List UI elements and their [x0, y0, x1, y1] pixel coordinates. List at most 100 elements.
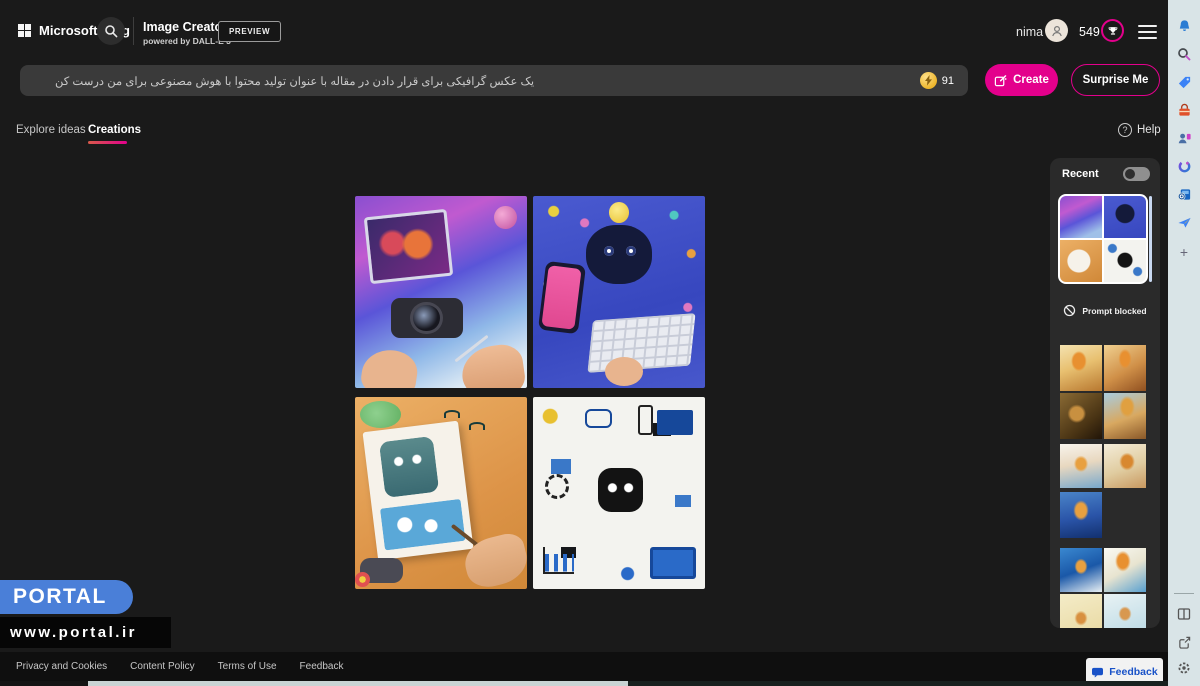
search-icon [104, 24, 118, 38]
phone-screen-shape [541, 266, 581, 330]
recent-thumbnail[interactable] [1104, 196, 1146, 238]
user-avatar[interactable] [1045, 19, 1068, 42]
footer-link-privacy[interactable]: Privacy and Cookies [16, 661, 107, 672]
open-link-icon[interactable] [1176, 634, 1192, 650]
recent-scrollbar[interactable] [1149, 196, 1152, 282]
sidebar-divider [1174, 593, 1194, 594]
typing-hand-shape [605, 357, 643, 386]
header-search-button[interactable] [97, 17, 125, 45]
help-question-icon: ? [1118, 123, 1132, 137]
drawing-paper-shape [363, 420, 474, 559]
doodle-envelope-shape [657, 410, 693, 435]
boost-coin-icon [920, 72, 937, 89]
help-label: Help [1137, 124, 1161, 136]
bottom-edge-strip [88, 681, 628, 686]
recent-thumbnail-group[interactable] [1060, 345, 1146, 439]
copilot-swirl-icon[interactable] [1176, 158, 1192, 174]
create-button[interactable]: Create [985, 64, 1058, 96]
footer-link-content-policy[interactable]: Content Policy [130, 661, 194, 672]
footer-link-terms[interactable]: Terms of Use [218, 661, 277, 672]
generated-image-1[interactable] [355, 196, 527, 388]
generated-image-2[interactable] [533, 196, 705, 388]
prompt-text: یک عکس گرافیکی برای قرار دادن در مقاله ب… [55, 74, 534, 88]
bottom-edge-strip [628, 681, 1168, 686]
recent-thumbnail[interactable] [1060, 594, 1102, 628]
footer-bar: Privacy and Cookies Content Policy Terms… [0, 652, 1168, 681]
recent-thumbnail[interactable] [1104, 240, 1146, 282]
tab-explore-ideas[interactable]: Explore ideas [16, 124, 86, 136]
portal-watermark-banner: PORTAL [0, 580, 133, 614]
recent-thumbnail[interactable] [1060, 393, 1102, 439]
recent-thumbnail-group[interactable] [1060, 548, 1146, 628]
prompt-blocked-label: Prompt blocked [1082, 306, 1146, 316]
recent-thumbnail[interactable] [1104, 345, 1146, 391]
sidebar-search-icon[interactable] [1176, 46, 1192, 62]
add-plus-icon[interactable]: + [1176, 244, 1192, 260]
recent-thumbnail[interactable] [1060, 492, 1102, 538]
create-pencil-icon [994, 74, 1007, 87]
recent-thumbnail[interactable] [1060, 345, 1102, 391]
portal-watermark-url: www.portal.ir [0, 617, 171, 648]
doodle-robot-head-shape [598, 468, 643, 512]
green-cloud-shape [360, 401, 401, 428]
robot-eye-shape [604, 246, 614, 256]
help-link[interactable]: ? Help [1118, 123, 1161, 137]
active-tab-underline [88, 141, 127, 144]
tab-creations[interactable]: Creations [88, 124, 141, 136]
recent-thumbnail[interactable] [1104, 594, 1146, 628]
outlook-icon[interactable] [1176, 186, 1192, 202]
doodle-chart-shape [543, 547, 574, 574]
toggle-knob [1125, 169, 1135, 179]
recent-thumbnail[interactable] [1060, 444, 1102, 488]
drop-plane-icon[interactable] [1176, 214, 1192, 230]
sketched-robot-shape [380, 435, 440, 498]
microsoft-logo-icon [18, 24, 31, 37]
creations-grid [355, 196, 705, 589]
username-label[interactable]: nima [1016, 25, 1043, 39]
recent-thumbnail[interactable] [1060, 240, 1102, 282]
blocked-icon [1063, 304, 1076, 317]
recent-thumbnail[interactable] [1104, 548, 1146, 592]
recent-thumbnail[interactable] [1060, 196, 1102, 238]
recent-thumbnail-group[interactable] [1060, 444, 1146, 488]
settings-gear-icon[interactable] [1176, 660, 1192, 676]
trophy-icon [1107, 25, 1119, 37]
prompt-blocked-item[interactable]: Prompt blocked [1050, 304, 1160, 317]
doodle-gear-shape [545, 474, 569, 499]
rewards-points[interactable]: 549 [1079, 25, 1100, 39]
edge-sidebar: + [1168, 0, 1200, 686]
left-hand-shape [359, 346, 420, 388]
pink-balloon-shape [494, 206, 516, 229]
bottom-edge-strip [0, 681, 88, 686]
person-icon [1050, 24, 1064, 38]
doodle-laptop-shape [650, 547, 696, 580]
prompt-input[interactable]: یک عکس گرافیکی برای قرار دادن در مقاله ب… [20, 65, 968, 96]
split-screen-icon[interactable] [1176, 606, 1192, 622]
preview-badge: PREVIEW [218, 21, 281, 42]
bing-image-creator-app: Microsoft Bing Image Creator powered by … [0, 0, 1200, 686]
footer-link-feedback[interactable]: Feedback [300, 661, 344, 672]
generated-image-3[interactable] [355, 397, 527, 589]
feedback-button-label: Feedback [1109, 666, 1157, 678]
bird-shape [469, 422, 485, 430]
shopping-icon[interactable] [1176, 102, 1192, 118]
people-icon[interactable] [1176, 130, 1192, 146]
surprise-me-button[interactable]: Surprise Me [1071, 64, 1160, 96]
recent-thumbnail[interactable] [1104, 444, 1146, 488]
art-tablet-shape [364, 209, 453, 284]
doodle-speech-bubble-shape [585, 409, 613, 428]
hamburger-menu-icon[interactable] [1138, 25, 1157, 39]
keyboard-shape [587, 313, 695, 373]
camera-lens-shape [410, 302, 443, 335]
recent-thumbnail-group-selected[interactable] [1058, 194, 1148, 284]
notifications-bell-icon[interactable] [1176, 18, 1192, 34]
boost-badge: 91 [920, 72, 954, 89]
recent-toggle[interactable] [1123, 167, 1150, 181]
create-label: Create [1013, 74, 1049, 86]
recent-thumbnail[interactable] [1060, 548, 1102, 592]
collections-tag-icon[interactable] [1176, 74, 1192, 90]
recent-thumbnail[interactable] [1104, 393, 1146, 439]
generated-image-4[interactable] [533, 397, 705, 589]
bird-shape [444, 410, 460, 418]
microsoft-rewards-icon[interactable] [1101, 19, 1124, 42]
